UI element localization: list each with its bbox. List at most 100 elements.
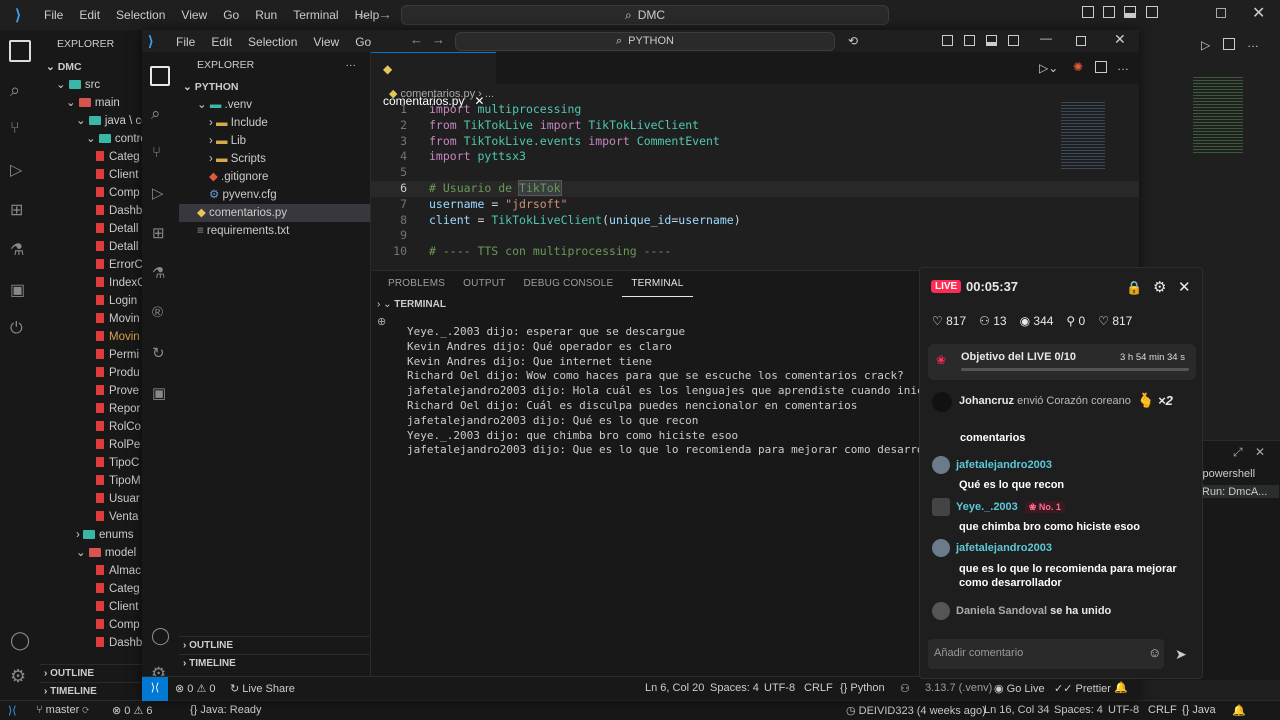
tree-item[interactable]: Prove	[40, 382, 142, 400]
nav-forward-icon[interactable]: →	[432, 32, 445, 47]
tree-item[interactable]: Produ	[40, 364, 142, 382]
tree-item[interactable]: Dashb	[40, 634, 142, 652]
command-center[interactable]: ⌕ PYTHON	[455, 32, 835, 51]
tree-item[interactable]: TipoM	[40, 472, 142, 490]
tree-item[interactable]: ⌄ control	[40, 130, 142, 148]
code-line[interactable]: 7 username = "jdrsoft"	[371, 197, 1139, 213]
tab-problems[interactable]: PROBLEMS	[379, 271, 454, 297]
timeline-section[interactable]: › TIMELINE	[179, 654, 370, 672]
minimize-icon[interactable]: —	[1040, 31, 1052, 45]
menu-file[interactable]: File	[36, 8, 71, 22]
toggle-sidebar-icon[interactable]	[1082, 6, 1094, 18]
search-icon[interactable]: ⌕	[10, 80, 20, 101]
menu-edit[interactable]: Edit	[203, 35, 240, 49]
extensions-icon[interactable]: ⊞	[152, 224, 165, 242]
tree-item[interactable]: Detall	[40, 238, 142, 256]
menu-go[interactable]: Go	[215, 8, 247, 22]
tree-item[interactable]: Comp	[40, 184, 142, 202]
testing-icon[interactable]: ⚗	[10, 240, 24, 260]
menu-go[interactable]: Go	[347, 35, 379, 49]
copilot-icon[interactable]: ⟲	[848, 34, 858, 48]
tree-item[interactable]: Login	[40, 292, 142, 310]
tree-item-comentariospy[interactable]: ◆ comentarios.py	[179, 204, 370, 222]
docker-icon[interactable]: ▣	[152, 384, 166, 402]
indent-setting[interactable]: Spaces: 4	[1054, 704, 1103, 716]
notifications-bell-icon[interactable]: 🔔	[1114, 681, 1128, 694]
explorer-icon[interactable]	[9, 40, 31, 62]
send-icon[interactable]: ➤	[1175, 646, 1187, 663]
tree-item[interactable]: Usuar	[40, 490, 142, 508]
layout-icon[interactable]	[986, 35, 997, 46]
tree-item[interactable]: Categ	[40, 580, 142, 598]
workspace-root[interactable]: ⌄ PYTHON	[179, 78, 370, 96]
debug-icon[interactable]: ✺	[1073, 60, 1083, 74]
run-icon[interactable]: ▷	[1201, 38, 1210, 52]
tree-item[interactable]: ⌄ DMC	[40, 58, 142, 76]
comment-input[interactable]: Añadir comentario ☺	[928, 639, 1164, 669]
menu-edit[interactable]: Edit	[71, 8, 108, 22]
search-icon[interactable]: ⌕	[151, 104, 161, 124]
notifications-bell-icon[interactable]: 🔔	[1232, 704, 1246, 717]
tab-debug-console[interactable]: DEBUG CONSOLE	[514, 271, 622, 297]
code-line[interactable]: 5	[371, 165, 1139, 181]
code-line[interactable]: 2 from TikTokLive import TikTokLiveClient	[371, 118, 1139, 134]
breadcrumb[interactable]: ◆ comentarios.py › ...	[389, 87, 494, 100]
close-panel-icon[interactable]: ✕	[1255, 445, 1265, 459]
account-icon[interactable]: ◯	[10, 630, 30, 651]
code-line[interactable]: 6 # Usuario de TikTok	[371, 179, 1139, 197]
live-share-item[interactable]: ↻ Live Share	[230, 682, 295, 695]
eol-setting[interactable]: CRLF	[804, 682, 833, 694]
docker-icon[interactable]: ▣	[10, 280, 25, 300]
code-line[interactable]: 3 from TikTokLive.events import CommentEv…	[371, 134, 1139, 150]
minimap[interactable]	[1061, 100, 1105, 170]
tree-item[interactable]: Repor	[40, 400, 142, 418]
menu-terminal[interactable]: Terminal	[285, 8, 346, 22]
tree-item[interactable]: Client	[40, 166, 142, 184]
tree-item[interactable]: Venta	[40, 508, 142, 526]
toggle-sidebar-icon[interactable]	[942, 35, 953, 46]
encoding-setting[interactable]: UTF-8	[1108, 704, 1139, 716]
outline-section[interactable]: › OUTLINE	[179, 636, 370, 654]
source-control-icon[interactable]: ⑂	[10, 120, 20, 138]
tree-item[interactable]: RolCo	[40, 418, 142, 436]
tree-item-include[interactable]: › ▬ Include	[179, 114, 370, 132]
tree-item[interactable]: Comp	[40, 616, 142, 634]
layout-icon[interactable]	[1124, 6, 1136, 18]
back-maximize-icon[interactable]	[1216, 8, 1226, 18]
run-debug-icon[interactable]: ▷	[10, 160, 22, 180]
toggle-panel-icon[interactable]	[1103, 6, 1115, 18]
menu-selection[interactable]: Selection	[108, 8, 173, 22]
tree-item[interactable]: Client	[40, 598, 142, 616]
language-item[interactable]: {} Java	[1182, 704, 1216, 716]
toggle-panel-icon[interactable]	[964, 35, 975, 46]
terminal-section-header[interactable]: › ⌄ TERMINAL	[377, 299, 446, 310]
python-env-icon[interactable]: ⚇	[900, 682, 910, 695]
remote-indicator-icon[interactable]: ⟩⟨	[142, 677, 168, 701]
code-line[interactable]: 1 import multiprocessing	[371, 102, 1139, 118]
tree-item[interactable]: RolPe	[40, 436, 142, 454]
back-command-center[interactable]: ⌕ DMC	[401, 5, 889, 25]
language-item[interactable]: {} Python	[840, 682, 885, 694]
terminal-output[interactable]: Yeye._.2003 dijo: esperar que se descarg…	[407, 325, 963, 458]
problems-item[interactable]: ⊗ 0 ⚠ 6	[112, 704, 153, 717]
more-actions-icon[interactable]: …	[1117, 59, 1129, 73]
tree-item-lib[interactable]: › ▬ Lib	[179, 132, 370, 150]
back-nav-back-icon[interactable]: ←	[356, 6, 370, 22]
back-nav-forward-icon[interactable]: →	[378, 6, 392, 22]
tree-item[interactable]: Dashb	[40, 202, 142, 220]
testing-icon[interactable]: ⚗	[152, 264, 165, 282]
python-version[interactable]: 3.13.7 (.venv)	[925, 682, 992, 694]
code-line[interactable]: 10 # ---- TTS con multiprocessing ----	[371, 244, 1139, 260]
run-python-icon[interactable]: ▷⌄	[1039, 61, 1058, 75]
menu-view[interactable]: View	[173, 8, 215, 22]
close-window-icon[interactable]: ✕	[1114, 31, 1126, 48]
emoji-icon[interactable]: ☺	[1148, 645, 1161, 660]
tree-item[interactable]: ⌄ main	[40, 94, 142, 112]
tree-item[interactable]: ⌄ model	[40, 544, 142, 562]
tree-item-scripts[interactable]: › ▬ Scripts	[179, 150, 370, 168]
maximize-panel-icon[interactable]: ⤢	[1233, 445, 1243, 460]
cursor-position[interactable]: Ln 6, Col 20	[645, 682, 704, 694]
back-timeline-section[interactable]: › TIMELINE	[40, 682, 142, 700]
live-goal[interactable]: ❀ Objetivo del LIVE 0/10 3 h 54 min 34 s	[928, 344, 1196, 380]
split-editor-icon[interactable]	[1223, 38, 1235, 50]
